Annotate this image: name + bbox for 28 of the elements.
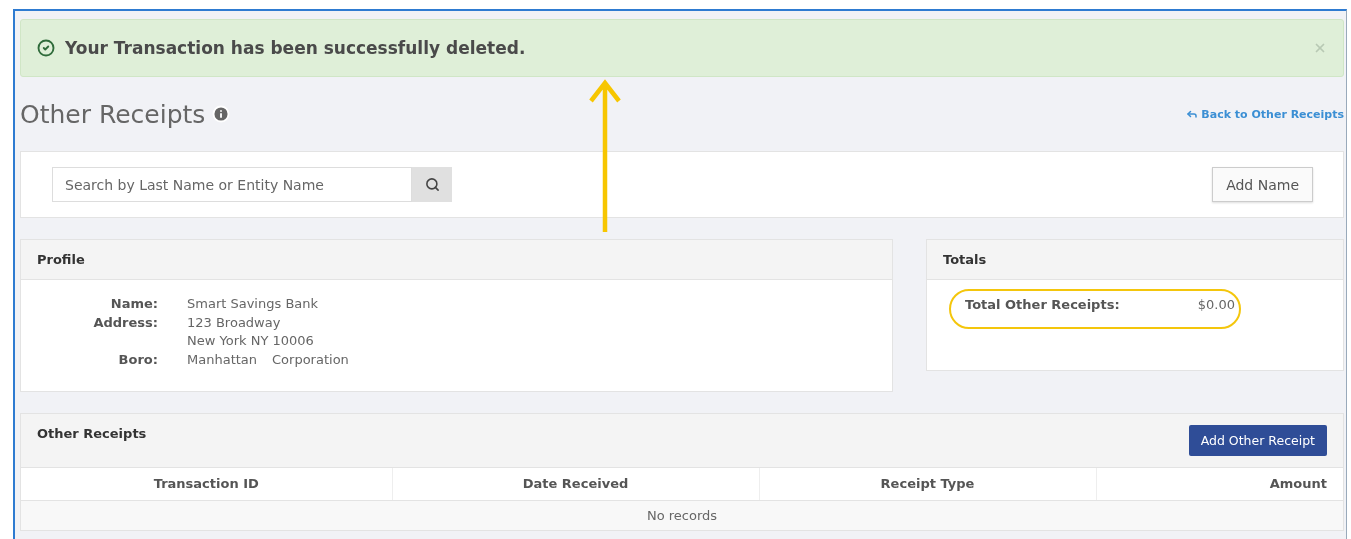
column-header[interactable]: Date Received [392,468,759,500]
field-value: Corporation [272,352,349,367]
panel-title: Profile [37,252,85,267]
field-value: New York NY 10006 [187,333,315,348]
add-name-button[interactable]: Add Name [1212,167,1313,202]
search-button[interactable] [412,167,452,202]
total-label: Total Other Receipts: [965,297,1120,312]
field-label: Boro: [117,352,158,367]
alert-message: Your Transaction has been successfully deleted. [65,38,527,58]
total-value: $0.00 [1197,297,1235,312]
info-icon[interactable] [212,105,231,123]
panel-title: Totals [943,252,987,267]
panel-title: Other Receipts [37,426,147,441]
column-header[interactable]: Receipt Type [759,468,1096,500]
check-circle-icon [37,39,55,57]
field-value: 123 Broadway [187,315,282,330]
field-label: Name: [109,296,158,311]
search-field[interactable]: Search by Last Name or Entity Name [52,167,412,202]
add-other-receipt-button[interactable]: Add Other Receipt [1188,425,1327,456]
field-label: Address: [92,315,158,332]
page-title: Other Receipts [20,99,206,129]
reply-arrow-icon [1186,108,1199,120]
empty-message: No records [21,500,1343,530]
search-icon [424,177,440,192]
field-value: Manhattan [187,352,258,367]
column-header[interactable]: Amount [1096,468,1343,500]
field-value: Smart Savings Bank [187,296,320,311]
column-header[interactable]: Transaction ID [21,468,392,500]
